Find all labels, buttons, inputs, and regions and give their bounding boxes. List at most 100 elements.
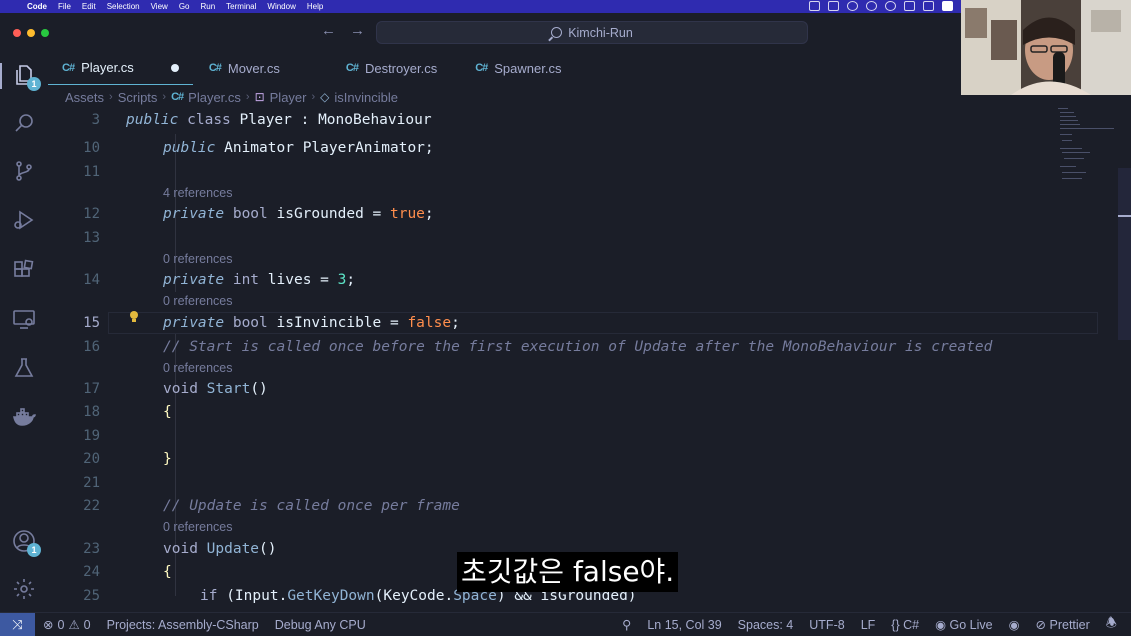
csharp-file-icon: C# — [345, 62, 359, 74]
code-text: { — [163, 564, 172, 580]
display-icon[interactable] — [828, 1, 839, 11]
end-of-line[interactable]: LF — [861, 618, 876, 632]
codelens-references[interactable]: 0 references — [48, 290, 1118, 312]
settings-gear-icon[interactable] — [12, 577, 36, 601]
breadcrumb-player-class[interactable]: Player — [270, 90, 307, 105]
input-source-icon[interactable] — [942, 1, 953, 11]
apple-icon[interactable] — [8, 2, 17, 12]
tab-label: Mover.cs — [227, 60, 280, 76]
tab-player-cs[interactable]: C# Player.cs — [48, 51, 193, 85]
search-icon[interactable] — [12, 111, 36, 135]
back-arrow-icon[interactable]: ← — [321, 22, 336, 39]
menu-run[interactable]: Run — [200, 2, 215, 11]
line-number: 17 — [83, 381, 100, 397]
code-line[interactable]: 15 private bool isInvincible = false; — [48, 312, 1118, 334]
breadcrumb-assets[interactable]: Assets — [65, 90, 104, 105]
cursor-position[interactable]: Ln 15, Col 39 — [647, 618, 721, 632]
docker-icon[interactable] — [12, 405, 36, 429]
code-line[interactable]: 13 — [48, 227, 1118, 249]
code-line[interactable]: 20} — [48, 448, 1118, 470]
source-control-icon[interactable] — [12, 159, 36, 183]
zoom-icon[interactable]: ⚲ — [622, 617, 631, 632]
menu-go[interactable]: Go — [179, 2, 190, 11]
menu-file[interactable]: File — [58, 2, 71, 11]
breadcrumb-player-cs[interactable]: Player.cs — [188, 90, 241, 105]
screen-record-icon[interactable] — [809, 1, 820, 11]
build-config[interactable]: Debug Any CPU — [275, 618, 366, 632]
language-mode[interactable]: {} C# — [891, 618, 919, 632]
code-line[interactable]: 10 public Animator PlayerAnimator; — [48, 137, 1118, 159]
line-number: 11 — [83, 164, 100, 180]
accounts-icon[interactable]: 1 — [12, 529, 41, 557]
tab-mover-cs[interactable]: C# Mover.cs — [195, 51, 294, 85]
copilot-icon[interactable]: ◉ — [1009, 617, 1020, 632]
volume-icon[interactable] — [904, 1, 915, 11]
scrollbar-thumb[interactable] — [1118, 168, 1131, 340]
run-debug-icon[interactable] — [12, 208, 36, 232]
code-line[interactable]: 14 private int lives = 3; — [48, 269, 1118, 291]
notifications-bell-icon[interactable]: 🕭 — [1106, 614, 1117, 635]
grammarly-icon[interactable] — [866, 1, 877, 11]
codelens-references[interactable]: 0 references — [48, 248, 1118, 270]
forward-arrow-icon[interactable]: → — [350, 22, 365, 39]
close-window-button[interactable] — [13, 29, 21, 37]
broadcast-icon: ◉ — [935, 618, 947, 632]
chevron-right-icon: › — [311, 91, 316, 103]
code-text: private bool isGrounded = true; — [163, 206, 434, 222]
code-line[interactable]: 19 — [48, 425, 1118, 447]
menu-window[interactable]: Window — [267, 2, 295, 11]
menu-help[interactable]: Help — [307, 2, 323, 11]
codelens-references[interactable]: 4 references — [48, 182, 1118, 204]
braces-icon: {} — [891, 617, 900, 632]
unsaved-changes-dot-icon[interactable] — [170, 63, 179, 72]
code-editor[interactable]: 3 public class Player : MonoBehaviour 10 pu… — [48, 108, 1118, 612]
zoom-window-button[interactable] — [41, 29, 49, 37]
codelens-references[interactable]: 0 references — [48, 357, 1118, 379]
prettier-button[interactable]: ⊘ Prettier — [1036, 617, 1090, 632]
status-app-icon[interactable] — [847, 1, 858, 11]
menu-edit[interactable]: Edit — [82, 2, 96, 11]
encoding[interactable]: UTF-8 — [809, 618, 844, 632]
workspace-name: Kimchi-Run — [568, 25, 633, 40]
project-selector[interactable]: Projects: Assembly-CSharp — [107, 618, 259, 632]
codelens-references[interactable]: 0 references — [48, 516, 1118, 538]
vertical-scrollbar[interactable] — [1118, 108, 1131, 612]
remote-indicator-icon[interactable]: ⤨ — [0, 612, 35, 636]
menu-selection[interactable]: Selection — [107, 2, 140, 11]
testing-icon[interactable] — [12, 356, 36, 380]
go-live-button[interactable]: ◉ Go Live — [935, 617, 993, 632]
minimap[interactable] — [1054, 108, 1116, 188]
code-line[interactable]: 16 // Start is called once before the fir… — [48, 336, 1118, 358]
breadcrumb-isinvincible[interactable]: isInvincible — [334, 90, 398, 105]
location-icon[interactable] — [885, 1, 896, 11]
presenter-webcam-image — [961, 0, 1131, 95]
menu-view[interactable]: View — [151, 2, 168, 11]
csharp-file-icon: C# — [208, 62, 222, 74]
csharp-file-icon: C# — [475, 62, 488, 74]
line-number: 25 — [83, 588, 100, 604]
menu-terminal[interactable]: Terminal — [226, 2, 256, 11]
code-line[interactable]: 22 // Update is called once per frame — [48, 495, 1118, 517]
remote-explorer-icon[interactable] — [12, 307, 36, 331]
line-number: 14 — [83, 272, 100, 288]
warning-icon: ⚠ — [68, 618, 80, 632]
lightbulb-icon[interactable] — [129, 310, 139, 324]
indentation[interactable]: Spaces: 4 — [738, 618, 794, 632]
tab-spawner-cs[interactable]: C# Spawner.cs — [461, 51, 575, 85]
extensions-icon[interactable] — [12, 258, 36, 282]
minimize-window-button[interactable] — [27, 29, 35, 37]
code-line[interactable]: 17 void Start() — [48, 378, 1118, 400]
problems-indicator[interactable]: ⊗ 0 ⚠ 0 — [43, 617, 91, 633]
code-line[interactable]: 12 private bool isGrounded = true; — [48, 203, 1118, 225]
command-center-search[interactable]: Kimchi-Run — [376, 21, 808, 44]
code-line[interactable]: 18 { — [48, 401, 1118, 423]
menu-app-code[interactable]: Code — [27, 2, 47, 11]
code-line[interactable]: 21 — [48, 472, 1118, 494]
breadcrumb-scripts[interactable]: Scripts — [118, 90, 158, 105]
code-line[interactable]: 3 public class Player : MonoBehaviour — [48, 109, 1118, 131]
bluetooth-icon[interactable] — [923, 1, 934, 11]
tab-destroyer-cs[interactable]: C# Destroyer.cs — [332, 51, 451, 85]
code-text: // Update is called once per frame — [163, 498, 460, 514]
code-line[interactable]: 11 — [48, 161, 1118, 183]
explorer-icon[interactable]: 1 — [12, 63, 41, 91]
